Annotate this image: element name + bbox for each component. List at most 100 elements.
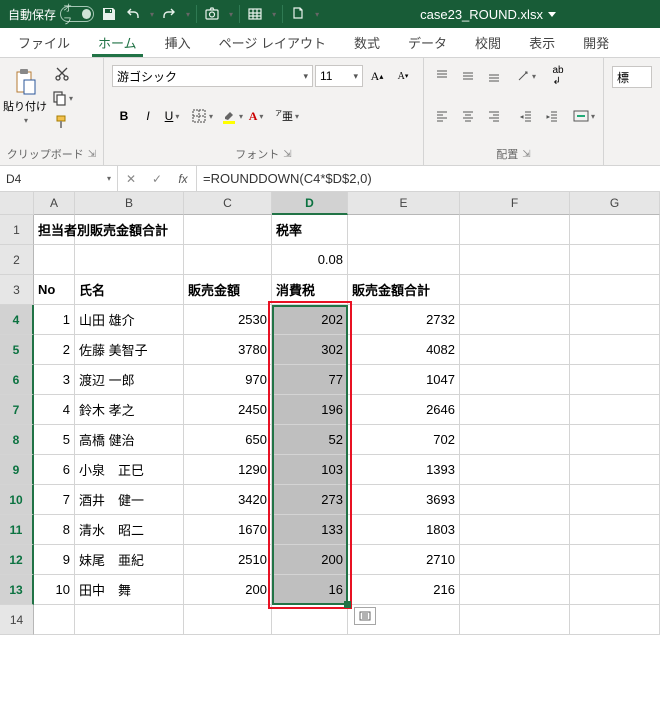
cell[interactable]: 3420 [184,485,272,515]
row-header[interactable]: 4 [0,305,34,335]
align-top-button[interactable] [430,64,454,88]
cell[interactable]: 650 [184,425,272,455]
cell[interactable]: 1 [34,305,75,335]
row-header[interactable]: 2 [0,245,34,275]
cell[interactable] [460,575,570,605]
cell[interactable]: 6 [34,455,75,485]
cell[interactable] [460,365,570,395]
copy-button[interactable]: ▾ [50,86,74,110]
italic-button[interactable]: I [136,104,160,128]
row-header[interactable]: 8 [0,425,34,455]
cell[interactable]: 1803 [348,515,460,545]
cell[interactable] [184,605,272,635]
cell[interactable] [184,245,272,275]
cell[interactable] [570,305,660,335]
cell[interactable]: 渡辺 一郎 [75,365,184,395]
cell[interactable]: 鈴木 孝之 [75,395,184,425]
cell[interactable]: 16 [272,575,348,605]
cell[interactable]: No [34,275,75,305]
cell[interactable]: 酒井 健一 [75,485,184,515]
row-header[interactable]: 6 [0,365,34,395]
format-painter-button[interactable] [50,110,74,134]
row-header[interactable]: 5 [0,335,34,365]
cell[interactable]: 販売金額 [184,275,272,305]
cell[interactable] [570,395,660,425]
cell[interactable]: 2 [34,335,75,365]
quickprint-icon[interactable] [289,5,307,23]
font-size-combo[interactable]: 11▾ [315,65,363,87]
cell[interactable]: 3780 [184,335,272,365]
increase-font-button[interactable]: A▴ [365,64,389,88]
cell[interactable]: 0.08 [272,245,348,275]
fill-color-button[interactable]: ▾ [220,104,244,128]
row-header[interactable]: 9 [0,455,34,485]
tab-dev[interactable]: 開発 [569,28,623,57]
cell[interactable] [570,515,660,545]
cell[interactable] [570,245,660,275]
cell[interactable] [75,245,184,275]
cell[interactable]: 4 [34,395,75,425]
cell[interactable] [460,215,570,245]
cell[interactable]: 2510 [184,545,272,575]
cell[interactable] [570,215,660,245]
cell[interactable] [460,395,570,425]
undo-icon[interactable] [124,5,142,23]
cell[interactable] [570,575,660,605]
cell[interactable]: 133 [272,515,348,545]
column-header[interactable]: B [75,192,184,215]
tab-pagelayout[interactable]: ページ レイアウト [205,28,340,57]
cell[interactable] [75,605,184,635]
align-left-button[interactable] [430,104,454,128]
cell[interactable] [460,545,570,575]
borders-button[interactable]: ▾ [190,104,214,128]
cell[interactable] [75,215,184,245]
orientation-button[interactable]: ▾ [514,64,538,88]
cell[interactable] [570,365,660,395]
cell[interactable]: 273 [272,485,348,515]
cell[interactable] [460,425,570,455]
cell[interactable]: 小泉 正巳 [75,455,184,485]
tab-file[interactable]: ファイル [4,28,84,57]
cell[interactable]: 216 [348,575,460,605]
cell[interactable] [460,245,570,275]
font-name-combo[interactable]: 游ゴシック▾ [112,65,313,87]
align-right-button[interactable] [482,104,506,128]
cell[interactable] [460,455,570,485]
cell[interactable] [348,245,460,275]
cell[interactable]: 2530 [184,305,272,335]
cell[interactable] [570,485,660,515]
cell[interactable]: 200 [184,575,272,605]
cell[interactable]: 清水 昭二 [75,515,184,545]
enter-formula-button[interactable]: ✓ [144,166,170,191]
wrap-text-button[interactable]: ab↲ [546,64,570,88]
phonetic-button[interactable]: ア亜▾ [274,104,300,128]
cell[interactable] [348,215,460,245]
cell[interactable] [570,545,660,575]
row-header[interactable]: 14 [0,605,34,635]
merge-button[interactable]: ▾ [572,104,596,128]
cancel-formula-button[interactable]: ✕ [118,166,144,191]
align-bottom-button[interactable] [482,64,506,88]
row-header[interactable]: 3 [0,275,34,305]
undo-dropdown-icon[interactable]: ▾ [148,10,154,19]
cell[interactable]: 10 [34,575,75,605]
cell[interactable] [460,275,570,305]
cell[interactable]: 196 [272,395,348,425]
align-center-button[interactable] [456,104,480,128]
cell[interactable]: 1047 [348,365,460,395]
column-header[interactable]: D [272,192,348,215]
camera-icon[interactable] [203,5,221,23]
decrease-indent-button[interactable] [514,104,538,128]
cell[interactable] [272,605,348,635]
row-header[interactable]: 1 [0,215,34,245]
cell[interactable]: 202 [272,305,348,335]
cell[interactable] [460,515,570,545]
tab-home[interactable]: ホーム [84,28,151,57]
cell[interactable]: 1290 [184,455,272,485]
cell[interactable]: 担当者別販売金額合計 [34,215,75,245]
tab-view[interactable]: 表示 [515,28,569,57]
cell[interactable]: 52 [272,425,348,455]
tab-review[interactable]: 校閲 [461,28,515,57]
cell[interactable]: 103 [272,455,348,485]
cell[interactable] [570,335,660,365]
